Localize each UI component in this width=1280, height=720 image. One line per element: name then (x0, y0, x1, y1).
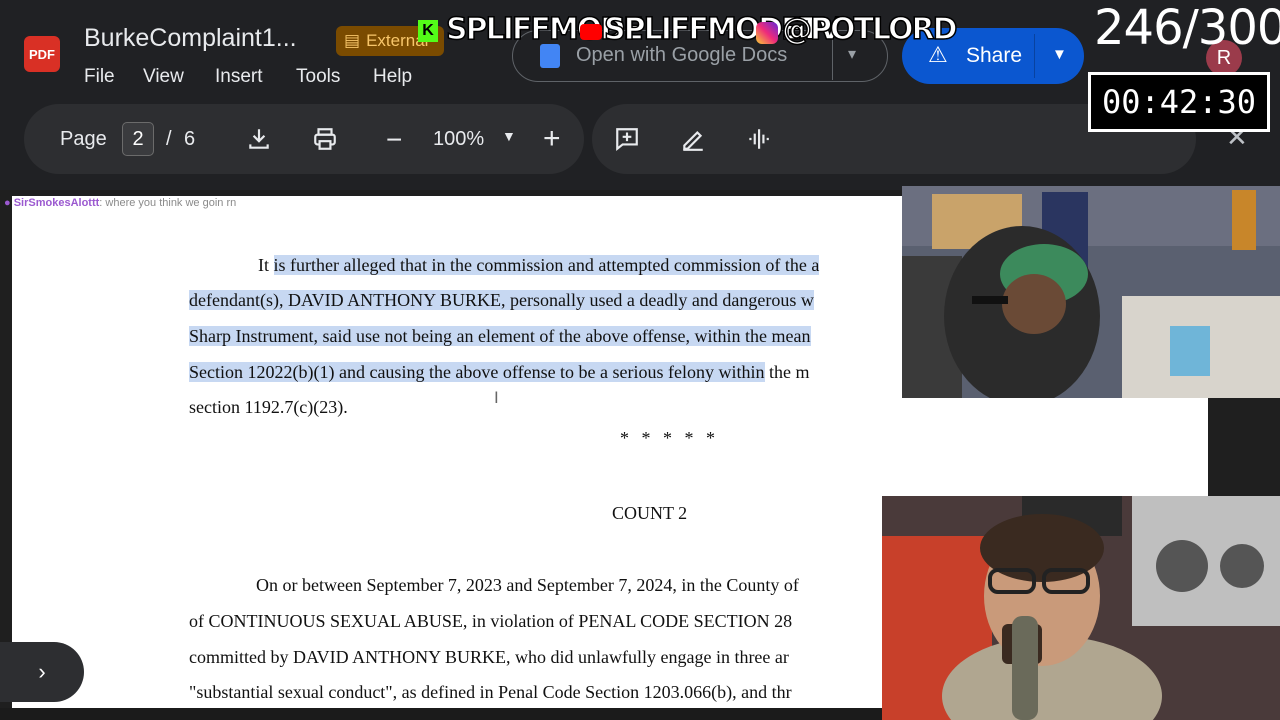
menu-view[interactable]: View (143, 66, 184, 88)
share-label: Share (966, 44, 1023, 67)
text-cursor-icon: I (494, 388, 499, 407)
add-comment-icon[interactable] (614, 126, 640, 157)
document-line: "substantial sexual conduct", as defined… (189, 682, 792, 702)
sidebar-toggle-button[interactable]: › (0, 642, 84, 702)
webcam-top (902, 186, 1280, 398)
share-dropdown-icon[interactable]: ▼ (1052, 46, 1067, 63)
instagram-icon (756, 22, 778, 44)
document-line: It is further alleged that in the commis… (258, 255, 820, 275)
stream-timer: 00:42:30 (1088, 72, 1270, 132)
document-line: Section 12022(b)(1) and causing the abov… (189, 362, 810, 382)
zoom-level[interactable]: 100% (433, 128, 484, 151)
zoom-in-button[interactable]: + (543, 122, 561, 156)
external-icon: ▤ (344, 31, 361, 50)
kick-icon: K (418, 20, 438, 42)
chat-username: SirSmokesAlottt (13, 197, 100, 209)
chevron-right-icon: › (38, 659, 46, 684)
page-label: Page (60, 128, 107, 150)
document-line: Sharp Instrument, said use not being an … (189, 326, 811, 347)
more-tools-icon[interactable] (744, 126, 772, 157)
document-line: On or between September 7, 2023 and Sept… (256, 575, 799, 595)
download-icon[interactable] (246, 126, 272, 157)
document-line: section 1192.7(c)(23). (189, 397, 348, 417)
social-handle: @POTLORD (781, 11, 958, 48)
pdf-file-icon: PDF (24, 36, 60, 72)
chat-avatar-icon: ● (4, 197, 14, 209)
menu-file[interactable]: File (84, 66, 115, 88)
print-icon[interactable] (311, 126, 339, 157)
chat-message: : where you think we goin rn (99, 197, 237, 209)
page-separator: / (166, 128, 172, 150)
document-line: of CONTINUOUS SEXUAL ABUSE, in violation… (189, 611, 793, 631)
youtube-icon (580, 24, 602, 40)
highlighted-text: Sharp Instrument, said use not being an … (189, 326, 811, 346)
count-heading: COUNT 2 (612, 503, 688, 523)
chat-overlay: ● SirSmokesAlottt: where you think we go… (4, 197, 236, 209)
page-total: 6 (184, 128, 196, 150)
menu-help[interactable]: Help (373, 66, 412, 88)
goal-counter: 246/300 (1094, 0, 1280, 56)
zoom-dropdown-icon[interactable]: ▼ (502, 128, 516, 144)
section-separator: * * * * * (620, 428, 719, 448)
divider (1034, 34, 1035, 78)
annotate-icon[interactable] (680, 126, 706, 157)
document-line: defendant(s), DAVID ANTHONY BURKE, perso… (189, 290, 814, 311)
highlighted-text: is further alleged that in the commissio… (273, 255, 820, 275)
document-title[interactable]: BurkeComplaint1... (84, 24, 297, 53)
menu-tools[interactable]: Tools (296, 66, 340, 88)
highlighted-text: defendant(s), DAVID ANTHONY BURKE, perso… (189, 290, 814, 310)
document-line: committed by DAVID ANTHONY BURKE, who di… (189, 647, 789, 667)
highlighted-text: Section 12022(b)(1) and causing the abov… (189, 362, 765, 382)
zoom-out-button[interactable]: − (386, 124, 402, 156)
menu-insert[interactable]: Insert (215, 66, 263, 88)
page-number-input[interactable]: 2 (122, 122, 154, 156)
webcam-bottom (882, 496, 1280, 720)
viewer-toolbar (24, 104, 584, 174)
